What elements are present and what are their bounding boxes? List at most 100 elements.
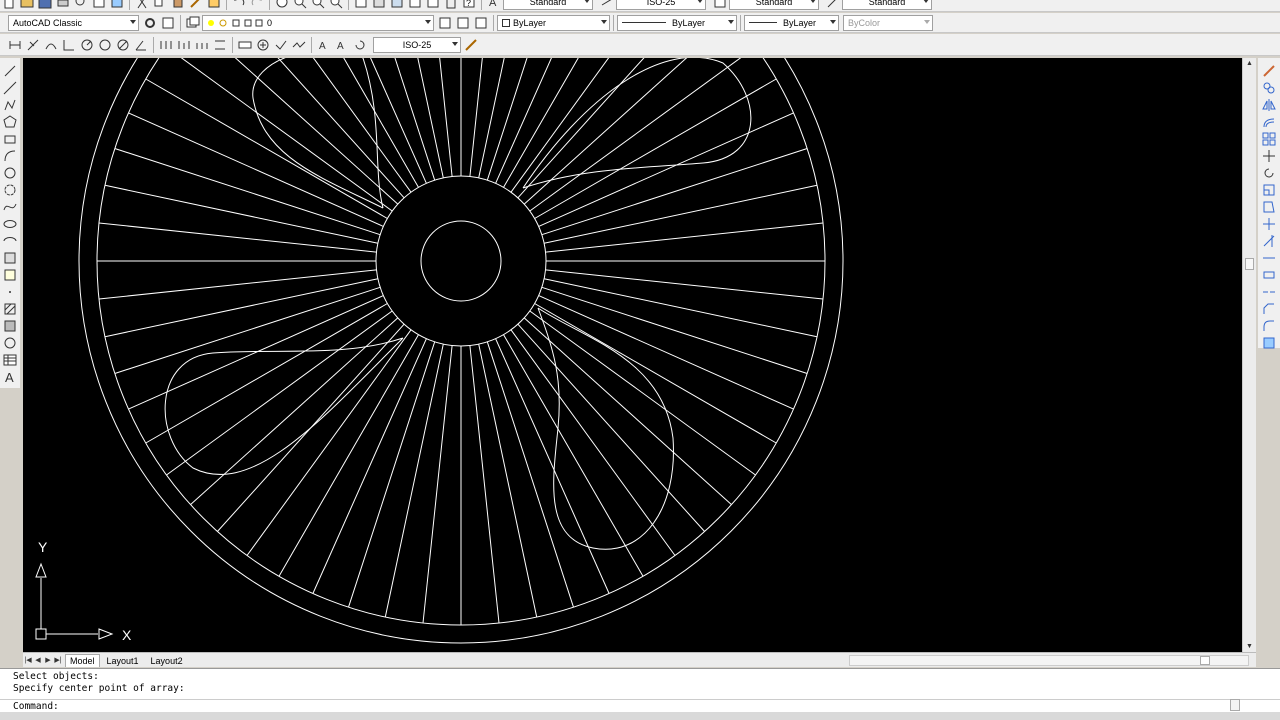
preview-icon[interactable] — [73, 0, 89, 10]
arc-length-icon[interactable] — [43, 37, 59, 53]
rectangle-icon[interactable] — [2, 131, 18, 147]
radius-dim-icon[interactable] — [79, 37, 95, 53]
point-icon[interactable] — [2, 284, 18, 300]
dim-style-dropdown[interactable]: ISO-25 — [616, 0, 706, 10]
baseline-dim-icon[interactable] — [176, 37, 192, 53]
redo-icon[interactable] — [249, 0, 265, 10]
join-icon[interactable] — [1261, 284, 1277, 300]
multileader-style-dropdown[interactable]: Standard — [842, 0, 932, 10]
diameter-dim-icon[interactable] — [115, 37, 131, 53]
layer-dropdown[interactable]: 0 — [202, 14, 434, 31]
mirror-icon[interactable] — [1261, 97, 1277, 113]
sheet-set-icon[interactable] — [407, 0, 423, 10]
stretch-icon[interactable] — [1261, 199, 1277, 215]
zoom-previous-icon[interactable] — [328, 0, 344, 10]
last-tab-button[interactable]: ▶| — [53, 655, 63, 666]
dim-style-icon[interactable] — [599, 0, 615, 10]
break-icon[interactable] — [1261, 267, 1277, 283]
drawing-canvas[interactable]: Y X — [23, 58, 1242, 652]
jogged-linear-icon[interactable] — [291, 37, 307, 53]
text-style-icon[interactable]: A — [486, 0, 502, 10]
block-editor-icon[interactable] — [206, 0, 222, 10]
dim-edit-icon[interactable]: A — [316, 37, 332, 53]
gradient-icon[interactable] — [2, 318, 18, 334]
linear-dim-icon[interactable] — [7, 37, 23, 53]
hatch-icon[interactable] — [2, 301, 18, 317]
break-at-point-icon[interactable] — [1261, 250, 1277, 266]
fillet-icon[interactable] — [1261, 318, 1277, 334]
circle-icon[interactable] — [2, 165, 18, 181]
continue-dim-icon[interactable] — [194, 37, 210, 53]
command-scroll-thumb[interactable] — [1230, 699, 1240, 711]
scroll-up-arrow[interactable]: ▲ — [1246, 60, 1253, 67]
paste-icon[interactable] — [170, 0, 186, 10]
erase-icon[interactable] — [1261, 63, 1277, 79]
scroll-down-arrow[interactable]: ▼ — [1246, 643, 1253, 650]
construction-line-icon[interactable] — [2, 80, 18, 96]
rotate-icon[interactable] — [1261, 165, 1277, 181]
line-icon[interactable] — [2, 63, 18, 79]
trim-icon[interactable] — [1261, 216, 1277, 232]
layer-previous-icon[interactable] — [455, 15, 471, 31]
table-icon[interactable] — [2, 352, 18, 368]
make-block-icon[interactable] — [2, 267, 18, 283]
zoom-window-icon[interactable] — [310, 0, 326, 10]
horizontal-scrollbar[interactable] — [849, 655, 1249, 666]
copy-object-icon[interactable] — [1261, 80, 1277, 96]
match-properties-icon[interactable] — [188, 0, 204, 10]
table-style-icon[interactable] — [712, 0, 728, 10]
move-icon[interactable] — [1261, 148, 1277, 164]
pan-icon[interactable] — [274, 0, 290, 10]
polygon-icon[interactable] — [2, 114, 18, 130]
design-center-icon[interactable] — [371, 0, 387, 10]
angular-dim-icon[interactable] — [133, 37, 149, 53]
plotstyle-dropdown[interactable]: ByColor — [843, 14, 933, 31]
first-tab-button[interactable]: |◀ — [23, 655, 33, 666]
dim-update-icon[interactable] — [352, 37, 368, 53]
help-icon[interactable]: ? — [461, 0, 477, 10]
color-dropdown[interactable]: ByLayer — [497, 14, 610, 31]
multiline-text-icon[interactable]: A — [2, 369, 18, 385]
make-current-layer-icon[interactable] — [437, 15, 453, 31]
linetype-dropdown[interactable]: ByLayer — [617, 14, 737, 31]
undo-icon[interactable] — [231, 0, 247, 10]
polyline-icon[interactable] — [2, 97, 18, 113]
horizontal-scroll-thumb[interactable] — [1200, 656, 1210, 665]
jogged-dim-icon[interactable] — [97, 37, 113, 53]
properties-icon[interactable] — [353, 0, 369, 10]
tab-layout1[interactable]: Layout1 — [102, 654, 144, 667]
prev-tab-button[interactable]: ◀ — [33, 655, 43, 666]
layer-states-icon[interactable] — [473, 15, 489, 31]
region-icon[interactable] — [2, 335, 18, 351]
lineweight-dropdown[interactable]: ByLayer — [744, 14, 839, 31]
ellipse-arc-icon[interactable] — [2, 233, 18, 249]
workspace-settings-icon[interactable] — [142, 15, 158, 31]
revision-cloud-icon[interactable] — [2, 182, 18, 198]
vertical-scroll-thumb[interactable] — [1245, 258, 1254, 270]
markup-icon[interactable] — [425, 0, 441, 10]
tolerance-icon[interactable] — [237, 37, 253, 53]
table-style-dropdown[interactable]: Standard — [729, 0, 819, 10]
ellipse-icon[interactable] — [2, 216, 18, 232]
workspace-dropdown[interactable]: AutoCAD Classic — [8, 14, 139, 31]
next-tab-button[interactable]: ▶ — [43, 655, 53, 666]
array-icon[interactable] — [1261, 131, 1277, 147]
copy-icon[interactable] — [152, 0, 168, 10]
dim-space-icon[interactable] — [212, 37, 228, 53]
scale-icon[interactable] — [1261, 182, 1277, 198]
tab-model[interactable]: Model — [65, 653, 100, 667]
new-icon[interactable] — [1, 0, 17, 10]
dim-style-control[interactable]: ISO-25 — [373, 36, 461, 53]
command-input[interactable]: Command: — [0, 699, 1280, 713]
layer-properties-icon[interactable] — [185, 15, 201, 31]
text-style-dropdown[interactable]: Standard — [503, 0, 593, 10]
dimension-style-icon[interactable] — [463, 37, 479, 53]
plot-icon[interactable] — [55, 0, 71, 10]
insert-block-icon[interactable] — [2, 250, 18, 266]
aligned-dim-icon[interactable] — [25, 37, 41, 53]
center-mark-icon[interactable] — [255, 37, 271, 53]
cut-icon[interactable] — [134, 0, 150, 10]
dim-text-edit-icon[interactable]: A — [334, 37, 350, 53]
zoom-realtime-icon[interactable] — [292, 0, 308, 10]
vertical-scrollbar[interactable]: ▲ ▼ — [1242, 58, 1256, 652]
